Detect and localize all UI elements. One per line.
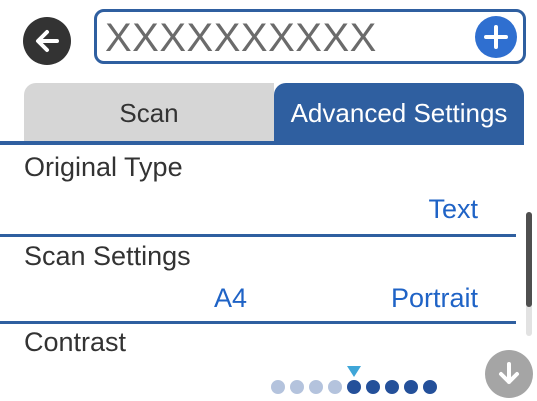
- contrast-label: Contrast: [24, 327, 127, 357]
- contrast-level-dot[interactable]: [309, 380, 323, 394]
- scan-settings-size-value: A4: [214, 283, 248, 313]
- name-input-value: XXXXXXXXXX: [105, 16, 377, 60]
- name-input[interactable]: XXXXXXXXXX: [94, 9, 526, 64]
- original-type-value: Text: [428, 194, 478, 224]
- tab-bar: Scan Advanced Settings: [0, 83, 537, 144]
- arrow-down-icon: [499, 362, 519, 384]
- tab-advanced-settings[interactable]: Advanced Settings: [274, 83, 524, 144]
- contrast-level-dot[interactable]: [290, 380, 304, 394]
- back-arrow-icon: [36, 30, 59, 52]
- tab-scan[interactable]: Scan: [24, 83, 274, 144]
- scroll-down-button[interactable]: [485, 350, 533, 398]
- contrast-level-dot[interactable]: [385, 380, 399, 394]
- plus-icon: [484, 25, 508, 49]
- contrast-level-dot[interactable]: [423, 380, 437, 394]
- tab-scan-label: Scan: [119, 98, 179, 128]
- add-button[interactable]: [475, 16, 517, 58]
- contrast-level-dot[interactable]: [366, 380, 380, 394]
- back-button[interactable]: [23, 17, 71, 65]
- original-type-label: Original Type: [24, 152, 183, 182]
- scan-settings-orientation-value: Portrait: [390, 283, 478, 313]
- contrast-level-dot[interactable]: [404, 380, 418, 394]
- tab-advanced-settings-label: Advanced Settings: [290, 98, 508, 128]
- setting-scan-settings[interactable]: Scan Settings A4 Portrait: [0, 237, 524, 321]
- setting-original-type[interactable]: Original Type Text: [0, 146, 524, 234]
- contrast-level-dot[interactable]: [347, 380, 361, 394]
- tab-underline: [0, 141, 524, 145]
- triangle-down-icon: [347, 366, 361, 377]
- contrast-level-dot[interactable]: [271, 380, 285, 394]
- scrollbar-thumb[interactable]: [526, 212, 532, 307]
- scan-settings-label: Scan Settings: [24, 241, 191, 271]
- contrast-level-dot[interactable]: [328, 380, 342, 394]
